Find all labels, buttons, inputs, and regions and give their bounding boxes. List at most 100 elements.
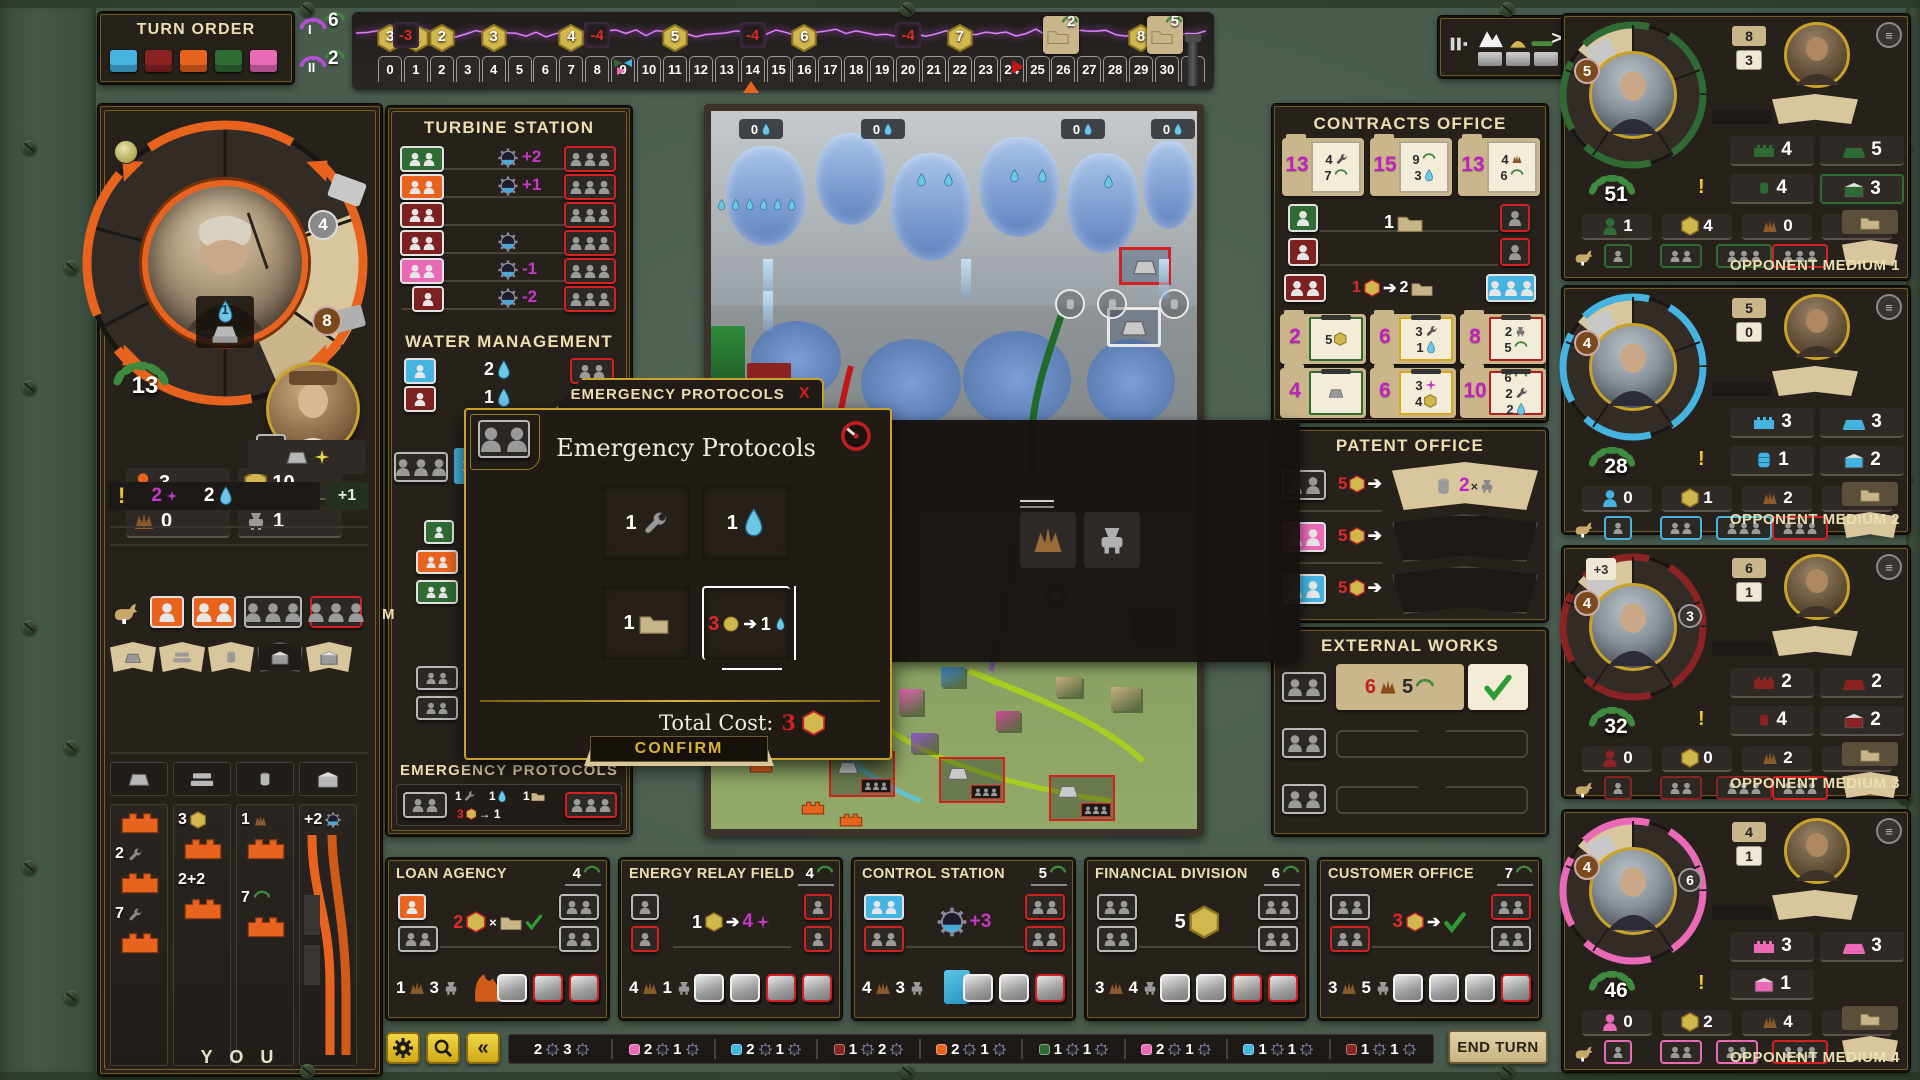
tech-wedge-base[interactable] [110,642,156,672]
building-piece[interactable] [119,809,161,835]
bslot-right-0[interactable] [1258,894,1298,920]
bslot-right-1[interactable] [804,926,832,952]
turbine-worker-tile-5[interactable] [412,286,444,312]
track-cell-11[interactable]: 11 [663,56,687,82]
column-header-conduit[interactable] [236,762,294,796]
building-piece[interactable] [245,913,287,939]
patent-wedge-1[interactable] [1392,514,1538,562]
contract-card[interactable]: 634 [1370,368,1456,418]
opponent-menu-icon[interactable]: ≡ [1876,554,1902,580]
opponent-worker-slot-1[interactable] [1660,1040,1702,1064]
track-cell-4[interactable]: 4 [482,56,506,82]
track-cell-21[interactable]: 21 [922,56,946,82]
track-cell-7[interactable]: 7 [559,56,583,82]
building-piece[interactable] [182,835,224,861]
opponent-worker-slot-0[interactable] [1604,516,1632,540]
contract-card[interactable]: 1593 [1370,138,1452,196]
zoom-button[interactable] [426,1032,460,1064]
track-cell-12[interactable]: 12 [689,56,713,82]
building-piece[interactable] [245,835,287,861]
bslot-left-0[interactable] [864,894,904,920]
dialog-option-0[interactable]: 1 [602,486,690,560]
confirm-button[interactable]: CONFIRM [590,736,768,762]
building-piece[interactable] [182,895,224,921]
player-worker-slot-2[interactable] [244,596,302,628]
track-cell-22[interactable]: 22 [948,56,972,82]
water-worker-tile-1[interactable] [404,386,436,412]
tech-wedge-elevation[interactable] [159,642,205,672]
column-header-base[interactable] [110,762,168,796]
dialog-option-2[interactable]: 1 [602,586,690,660]
track-cell-14[interactable]: 14 [741,56,765,82]
build-slot-button[interactable] [802,974,832,1002]
building-piece[interactable] [119,869,161,895]
build-slot-button[interactable] [533,974,563,1002]
machine-option-excavator[interactable] [1020,512,1076,568]
contract-slot-darkred2[interactable] [1284,274,1326,302]
turn-order-token-3[interactable] [215,50,242,72]
column-header-elevation[interactable] [173,762,231,796]
tech-wedge-conduit[interactable] [208,642,254,672]
contract-slot-cyan[interactable] [1486,274,1536,302]
contract-card[interactable]: 631 [1370,314,1456,364]
turbine-slot-0[interactable] [564,146,616,172]
opponent-avatar[interactable] [1784,294,1850,360]
bslot-right-1[interactable] [559,926,599,952]
build-slot-button[interactable] [999,974,1029,1002]
contract-card[interactable]: 1346 [1458,138,1540,196]
player-worker-slot-0[interactable] [150,596,184,628]
tech-wedge-powerhouse[interactable] [306,642,352,672]
turbine-worker-tile-4[interactable] [400,258,444,284]
player-worker-slot-3[interactable] [310,596,362,628]
build-slot-button[interactable] [1035,974,1065,1002]
track-cell-17[interactable]: 17 [818,56,842,82]
group-slot-tile[interactable] [394,452,448,482]
track-cell-29[interactable]: 29 [1129,56,1153,82]
opponent-avatar[interactable] [1784,554,1850,620]
opponent-menu-icon[interactable]: ≡ [1876,818,1902,844]
bslot-left-0[interactable] [631,894,659,920]
contract-slot-red1[interactable] [1500,204,1530,232]
track-cell-0[interactable]: 0 [378,56,402,82]
build-slot-button[interactable] [1232,974,1262,1002]
opponent-worker-slot-1[interactable] [1660,516,1702,540]
contract-slot-red2[interactable] [1500,238,1530,266]
build-slot-button[interactable] [1160,974,1190,1002]
turbine-slot-2[interactable] [564,202,616,228]
city-powerhouse-group[interactable] [939,757,1005,803]
track-cell-25[interactable]: 25 [1026,56,1050,82]
track-cell-6[interactable]: 6 [533,56,557,82]
bslot-left-0[interactable] [1330,894,1370,920]
track-cell-10[interactable]: 10 [637,56,661,82]
contract-card[interactable]: 1347 [1282,138,1364,196]
column-header-powerhouse[interactable] [299,762,357,796]
below-worker-tile-0[interactable] [416,666,458,690]
patent-wedge-0[interactable]: 2× [1392,462,1538,510]
building-piece[interactable] [119,929,161,955]
water-worker-tile-0[interactable] [404,358,436,384]
bslot-right-0[interactable] [1025,894,1065,920]
mid-worker-tile-0[interactable] [424,520,454,544]
end-turn-button[interactable]: END TURN [1448,1030,1548,1064]
track-cell-3[interactable]: 3 [456,56,480,82]
bslot-right-1[interactable] [1025,926,1065,952]
mid-worker-tile-2[interactable] [416,580,458,604]
bslot-right-0[interactable] [559,894,599,920]
track-cell-20[interactable]: 20 [896,56,920,82]
opponent-worker-slot-0[interactable] [1604,1040,1632,1064]
tech-wedge-powerhouse-dark[interactable] [257,642,303,672]
turn-order-token-0[interactable] [110,50,137,72]
settings-button[interactable] [386,1032,420,1064]
build-slot-button[interactable] [694,974,724,1002]
emergency-slot[interactable] [403,792,447,818]
bslot-right-0[interactable] [1491,894,1531,920]
emergency-slot-right[interactable] [565,792,617,818]
track-cell-13[interactable]: 13 [715,56,739,82]
dialog-option-1[interactable]: 1 [702,486,790,560]
turbine-worker-tile-2[interactable] [400,202,444,228]
city-powerhouse-group[interactable] [1049,775,1115,821]
contract-card[interactable]: 825 [1460,314,1546,364]
track-cell-27[interactable]: 27 [1077,56,1101,82]
track-cell-2[interactable]: 2 [430,56,454,82]
build-slot-button[interactable] [1501,974,1531,1002]
